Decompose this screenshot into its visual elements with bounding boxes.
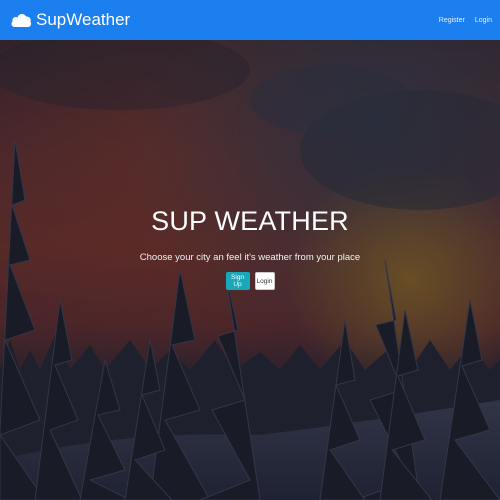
hero-subtitle: Choose your city an feel it's weather fr…	[139, 252, 361, 263]
hero-buttons: Sign Up Login	[225, 272, 275, 290]
brand-link[interactable]: SupWeather	[10, 10, 130, 30]
top-navbar: SupWeather Register Login	[0, 0, 500, 40]
nav-links: Register Login	[439, 17, 492, 24]
register-link[interactable]: Register	[439, 17, 465, 24]
sign-up-button[interactable]: Sign Up	[225, 272, 250, 290]
cloud-icon	[11, 13, 32, 27]
hero-title: SUP WEATHER	[151, 206, 349, 236]
hero-section: SUP WEATHER Choose your city an feel it'…	[0, 40, 500, 500]
login-button[interactable]: Login	[254, 272, 275, 290]
hero-content: SUP WEATHER Choose your city an feel it'…	[0, 206, 500, 290]
brand-name: SupWeather	[36, 10, 131, 29]
login-link[interactable]: Login	[475, 17, 492, 24]
